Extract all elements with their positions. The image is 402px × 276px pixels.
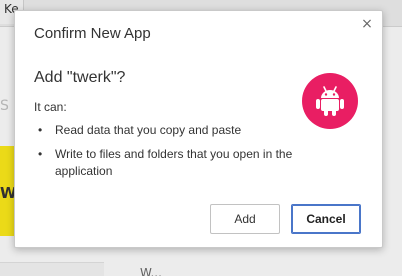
permission-text: Read data that you copy and paste bbox=[55, 123, 242, 137]
permission-item: • Write to files and folders that you op… bbox=[34, 146, 319, 180]
dialog-title: Confirm New App bbox=[34, 25, 151, 42]
permission-text: Write to files and folders that you open… bbox=[55, 147, 293, 178]
permissions-intro: It can: bbox=[34, 100, 67, 114]
bullet-icon: • bbox=[38, 123, 43, 137]
cancel-button[interactable]: Cancel bbox=[291, 204, 361, 234]
confirm-new-app-dialog: Confirm New App × Add "twerk"? It can: •… bbox=[14, 10, 383, 248]
add-app-heading: Add "twerk"? bbox=[34, 69, 126, 86]
permissions-list: • Read data that you copy and paste • Wr… bbox=[34, 122, 319, 187]
android-icon bbox=[316, 86, 344, 116]
bullet-icon: • bbox=[38, 147, 43, 161]
close-button[interactable]: × bbox=[358, 15, 376, 33]
permission-item: • Read data that you copy and paste bbox=[34, 122, 319, 139]
close-icon: × bbox=[361, 16, 373, 32]
add-button[interactable]: Add bbox=[210, 204, 280, 234]
app-icon bbox=[302, 73, 358, 129]
